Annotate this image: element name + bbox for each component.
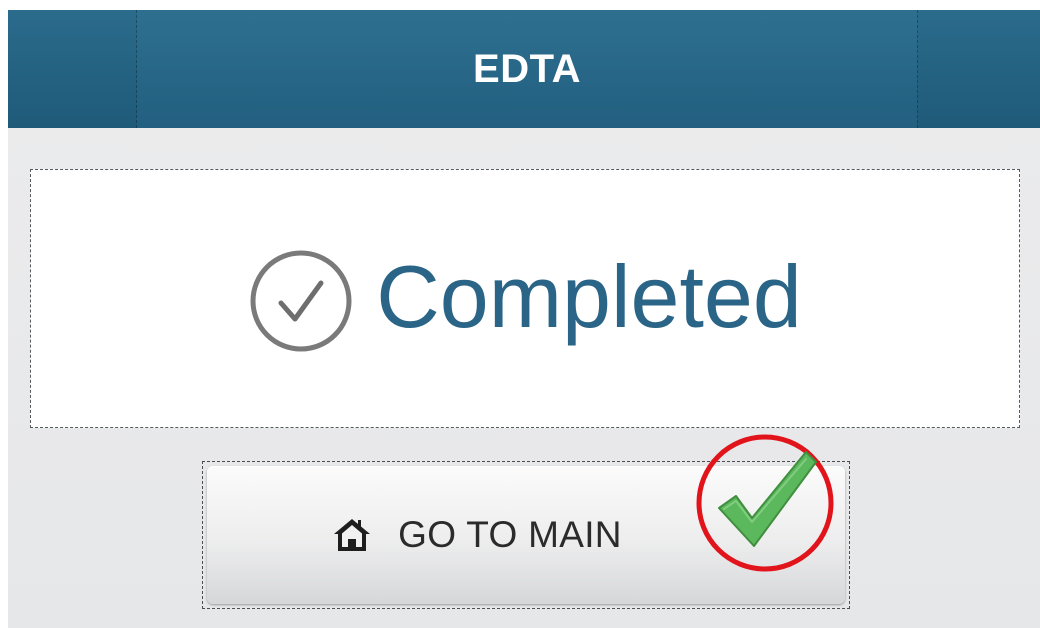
status-content: Completed — [248, 248, 802, 354]
app-screen: EDTA Completed GO TO MAIN — [8, 10, 1040, 628]
check-circle-icon — [250, 250, 352, 351]
page-title: EDTA — [473, 46, 581, 91]
home-icon — [334, 519, 371, 551]
header-right-slot — [917, 10, 1040, 128]
button-label: GO TO MAIN — [398, 514, 622, 555]
header-left-slot — [8, 10, 137, 128]
status-panel: Completed — [30, 169, 1020, 428]
header-bar: EDTA — [8, 10, 1040, 128]
green-checkmark-icon — [696, 434, 834, 572]
status-text: Completed — [376, 246, 802, 346]
